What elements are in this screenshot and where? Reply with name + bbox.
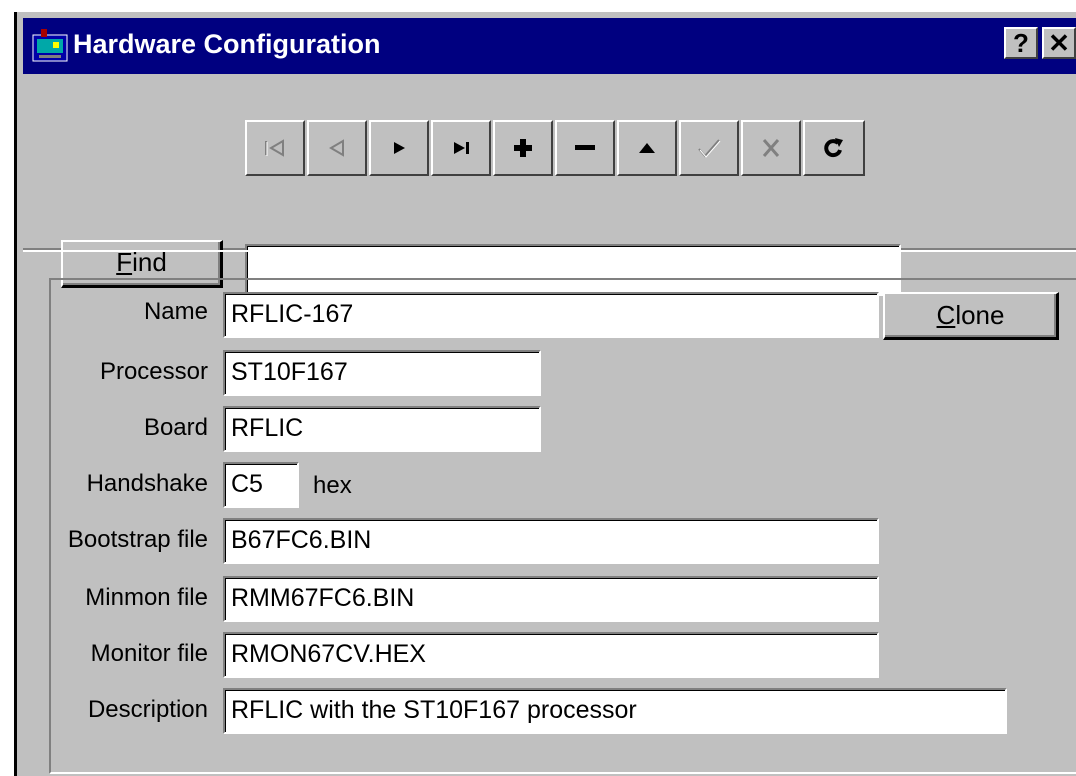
refresh-icon — [824, 138, 843, 158]
first-icon — [265, 139, 284, 157]
next-icon — [394, 142, 405, 154]
insert-record-button[interactable] — [493, 120, 553, 176]
navigator-panel: Find — [23, 74, 1076, 296]
cancel-record-button[interactable] — [741, 120, 801, 176]
monitor-file-label: Monitor file — [90, 640, 208, 667]
app-icon — [32, 29, 68, 62]
prior-icon — [329, 139, 344, 157]
monitor-file-field[interactable]: RMON67CV.HEX — [223, 632, 879, 678]
minmon-file-label: Minmon file — [85, 584, 208, 611]
description-field[interactable]: RFLIC with the ST10F167 processor — [223, 688, 1007, 734]
edit-record-button[interactable] — [617, 120, 677, 176]
up-arrow-icon — [639, 143, 655, 153]
board-label: Board — [143, 414, 208, 441]
help-button[interactable]: ? — [1004, 27, 1038, 59]
hex-unit-label: hex — [313, 472, 352, 499]
board-field[interactable]: RFLIC — [223, 406, 541, 452]
clone-button[interactable]: Clone — [883, 292, 1059, 340]
refresh-record-button[interactable] — [803, 120, 865, 176]
name-field[interactable]: RFLIC-167 — [223, 292, 879, 338]
processor-field[interactable]: ST10F167 — [223, 350, 541, 396]
handshake-label: Handshake — [86, 470, 208, 497]
last-icon — [454, 142, 469, 154]
minus-icon — [575, 145, 595, 150]
close-button[interactable]: ✕ — [1042, 27, 1076, 59]
clone-mnemonic: C — [936, 300, 956, 330]
cancel-x-icon — [762, 139, 780, 157]
delete-record-button[interactable] — [555, 120, 615, 176]
clone-label-rest: lone — [955, 300, 1005, 330]
find-mnemonic: F — [116, 247, 133, 277]
record-navigator — [245, 120, 873, 176]
bootstrap-file-field[interactable]: B67FC6.BIN — [223, 518, 879, 564]
minmon-file-field[interactable]: RMM67FC6.BIN — [223, 576, 879, 622]
plus-icon — [514, 139, 532, 157]
title-bar[interactable]: Hardware Configuration ? ✕ — [23, 18, 1076, 74]
find-label-rest: ind — [132, 247, 167, 277]
last-record-button[interactable] — [431, 120, 491, 176]
name-label: Name — [143, 298, 208, 325]
next-record-button[interactable] — [369, 120, 429, 176]
handshake-field[interactable]: C5 — [223, 462, 299, 508]
prior-record-button[interactable] — [307, 120, 367, 176]
first-record-button[interactable] — [245, 120, 305, 176]
processor-label: Processor — [99, 358, 208, 385]
bootstrap-file-label: Bootstrap file — [67, 526, 208, 553]
window-title: Hardware Configuration — [73, 29, 381, 59]
post-record-button[interactable] — [679, 120, 739, 176]
hardware-configuration-window: Hardware Configuration ? ✕ Find Name RFL… — [14, 12, 1076, 776]
checkmark-icon — [698, 139, 721, 158]
description-label: Description — [87, 696, 208, 723]
